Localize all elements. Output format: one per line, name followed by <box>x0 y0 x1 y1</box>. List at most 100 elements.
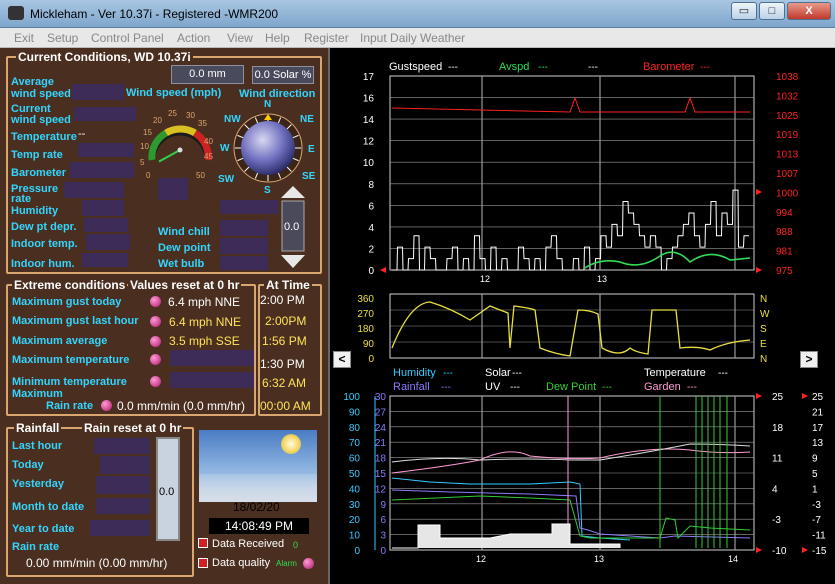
axis-tick-label: W <box>760 309 770 320</box>
bot-x-label: 13 <box>594 554 604 564</box>
legend-avspd: Avspd <box>499 61 529 73</box>
svg-text:---: --- <box>441 382 451 393</box>
wind-chill-label: Wind chill <box>158 226 210 238</box>
bot-x-label: 12 <box>476 554 486 564</box>
legend-dewpoint: Dew Point <box>546 381 596 393</box>
pressure-rate-value <box>64 182 124 198</box>
rain-reset-title: Rain reset at 0 hr <box>82 421 184 435</box>
extreme-title: Extreme conditions <box>12 278 128 292</box>
axis-tick-label: 1032 <box>776 91 799 102</box>
avg-wind-label-1: Average <box>11 76 55 88</box>
axis-tick-label: 1007 <box>776 169 799 180</box>
axis-tick-label: 1000 <box>776 188 799 199</box>
axis-tick-label: 0 <box>354 546 360 557</box>
indoor-hum-label: Indoor hum. <box>11 258 75 270</box>
today-value <box>100 456 150 474</box>
close-button[interactable]: X <box>787 2 831 20</box>
max-average-value: 3.5 mph SSE <box>169 334 240 348</box>
axis-tick-label: 20 <box>349 515 361 526</box>
reset-button[interactable] <box>150 336 161 347</box>
axis-tick-label: 0 <box>368 354 374 365</box>
legend-barometer: Barometer <box>643 61 695 73</box>
temperature-value: -- <box>78 128 86 140</box>
menu-register[interactable]: Register <box>304 31 349 45</box>
wind-chill-value-top <box>220 200 278 214</box>
menu-help[interactable]: Help <box>265 31 290 45</box>
dew-point-value <box>220 238 268 254</box>
gauge-needle <box>158 149 181 163</box>
scroll-right-button[interactable]: > <box>800 351 818 368</box>
axis-tick-label: 25 <box>772 392 784 403</box>
axis-tick-label: 1025 <box>776 111 799 122</box>
axis-tick-label: 80 <box>349 423 361 434</box>
scroll-left-button[interactable]: < <box>333 351 351 368</box>
axis-tick-label: 17 <box>363 72 375 83</box>
menu-input-daily-weather[interactable]: Input Daily Weather <box>360 31 465 45</box>
compass-ne: NE <box>300 114 314 125</box>
maximize-button[interactable]: □ <box>759 2 785 20</box>
axis-tick-label: 14 <box>363 115 375 126</box>
solar-percent-box: 0.0 Solar % <box>252 66 314 84</box>
max-average-time: 1:56 PM <box>262 334 307 348</box>
compass-sw: SW <box>218 174 235 185</box>
reset-button[interactable] <box>150 296 161 307</box>
gauge-tick: 0 <box>146 171 151 180</box>
status-time: 14:08:49 PM <box>209 518 309 534</box>
axis-tick-label: -3 <box>772 515 781 526</box>
axis-tick-label: 4 <box>772 484 778 495</box>
reset-button[interactable] <box>150 376 161 387</box>
legend-temperature: Temperature <box>644 367 706 379</box>
axis-tick-label: 1038 <box>776 72 799 83</box>
legend-rainfall: Rainfall <box>393 381 430 393</box>
svg-text:---: --- <box>700 62 710 73</box>
axis-tick-label: 30 <box>375 392 387 403</box>
gauge-value-box <box>158 178 188 200</box>
svg-text:---: --- <box>443 368 453 379</box>
gauge-tick: 45 <box>204 152 213 161</box>
axis-tick-label: 988 <box>776 227 793 238</box>
svg-text:---: --- <box>687 382 697 393</box>
reset-button[interactable] <box>150 316 161 327</box>
axis-tick-label: 9 <box>812 454 818 465</box>
menu-action[interactable]: Action <box>177 31 210 45</box>
legend-uv: UV <box>485 381 501 393</box>
max-average-label: Maximum average <box>12 335 108 347</box>
min-temperature-time: 6:32 AM <box>262 376 307 390</box>
axis-tick-label: 270 <box>357 309 374 320</box>
axis-tick-label: 10 <box>363 158 375 169</box>
axis-tick-label: N <box>760 294 767 305</box>
wind-direction-compass: N NE E SE S SW W NW <box>218 99 316 196</box>
gauge-tick: 50 <box>196 171 205 180</box>
gauge-tick: 5 <box>140 158 145 167</box>
rain-rate-value: 0.00 mm/min (0.00 mm/hr) <box>26 556 168 570</box>
menu-control-panel[interactable]: Control Panel <box>91 31 164 45</box>
top-x-label: 12 <box>480 274 490 284</box>
axis-tick-label: 180 <box>357 324 374 335</box>
max-gust-today-time: 2:00 PM <box>260 293 305 307</box>
alarm-button[interactable] <box>303 558 314 569</box>
gauge-tick: 25 <box>168 109 177 118</box>
svg-text:---: --- <box>512 368 522 379</box>
window-title: Mickleham - Ver 10.37i - Registered -WMR… <box>30 7 279 21</box>
axis-tick-label: S <box>760 324 767 335</box>
reset-button[interactable] <box>150 354 161 365</box>
axis-tick-label: 1019 <box>776 130 799 141</box>
axis-tick-label: 10 <box>349 531 361 542</box>
month-to-date-value <box>96 498 150 514</box>
rain-gauge-value: 0.0 <box>159 486 175 498</box>
menu-view[interactable]: View <box>227 31 253 45</box>
menu-setup[interactable]: Setup <box>47 31 78 45</box>
dewpt-depr-label: Dew pt depr. <box>11 221 77 233</box>
dewpt-depr-value <box>84 218 128 232</box>
reset-button[interactable] <box>101 400 112 411</box>
wind-speed-gauge: 0 5 10 15 20 25 30 35 40 45 50 <box>140 109 213 180</box>
minimize-button[interactable]: ▭ <box>731 2 757 20</box>
compass-se: SE <box>302 171 316 182</box>
values-reset-title: Values reset at 0 hr <box>128 278 242 292</box>
today-label: Today <box>12 459 44 471</box>
wind-speed-mph-label: Wind speed (mph) <box>126 87 222 99</box>
menu-exit[interactable]: Exit <box>14 31 34 45</box>
axis-tick-label: 16 <box>363 94 375 105</box>
max-temperature-value <box>170 350 254 366</box>
axis-tick-label: 1 <box>812 484 818 495</box>
